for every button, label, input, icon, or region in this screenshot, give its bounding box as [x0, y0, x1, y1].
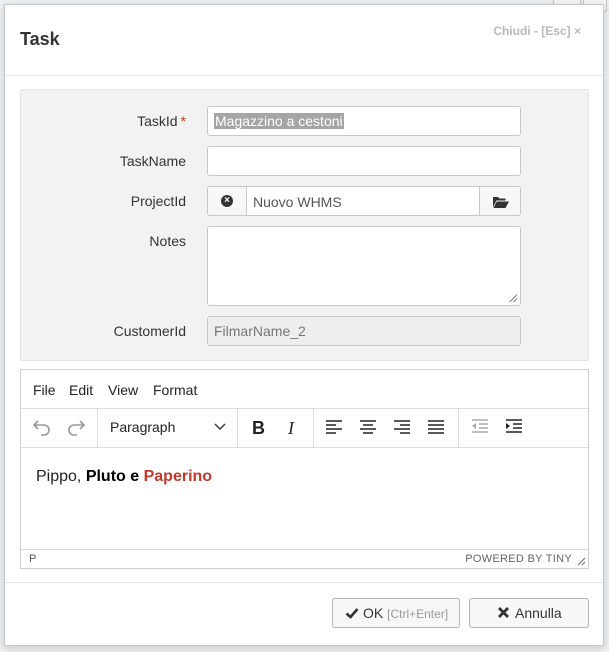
taskid-value: Magazzino a cestoni [214, 113, 344, 129]
block-format-select[interactable]: Paragraph [110, 419, 175, 435]
customerid-label: CustomerId [113, 323, 186, 339]
editor-menubar: File Edit View Format [21, 370, 588, 409]
editor-content[interactable]: Pippo, Pluto e Paperino [36, 468, 212, 486]
ok-label: OK [Ctrl+Enter] [363, 605, 449, 621]
outdent-button[interactable] [467, 415, 493, 439]
cancel-button[interactable]: Annulla [469, 598, 589, 628]
taskname-input[interactable] [207, 146, 521, 176]
outdent-icon [472, 419, 488, 433]
italic-button[interactable]: I [279, 415, 305, 439]
menu-format[interactable]: Format [153, 382, 197, 398]
rich-text-editor: File Edit View Format Paragraph B I Pipp… [20, 369, 589, 569]
align-center-icon [360, 420, 376, 434]
menu-edit[interactable]: Edit [69, 382, 93, 398]
bold-button[interactable]: B [245, 415, 271, 439]
customerid-input: FilmarName_2 [207, 316, 521, 346]
align-left-icon [326, 420, 342, 434]
align-right-button[interactable] [389, 415, 415, 439]
content-bold-text: Pluto e [85, 468, 144, 485]
chevron-down-icon [214, 423, 226, 430]
taskid-input[interactable]: Magazzino a cestoni [207, 106, 521, 136]
notes-label: Notes [149, 233, 186, 249]
italic-icon: I [287, 418, 295, 438]
align-center-button[interactable] [355, 415, 381, 439]
folder-open-icon [493, 197, 509, 208]
clear-icon: × [221, 195, 233, 207]
toolbar-divider [237, 408, 238, 447]
editor-toolbar: Paragraph B I [21, 408, 588, 448]
toolbar-divider [97, 408, 98, 447]
menu-view[interactable]: View [108, 382, 138, 398]
browse-project-button[interactable] [479, 186, 521, 216]
required-marker: * [180, 113, 186, 129]
svg-text:B: B [252, 418, 265, 438]
align-right-icon [394, 420, 410, 434]
ok-button[interactable]: OK [Ctrl+Enter] [332, 598, 460, 628]
projectid-input[interactable]: Nuovo WHMS [246, 186, 480, 216]
editor-resize-icon[interactable] [576, 556, 586, 566]
notes-textarea[interactable] [207, 226, 521, 306]
footer-divider [5, 582, 603, 583]
close-icon [498, 607, 509, 618]
dialog-header: Task Chiudi - [Esc] × [5, 5, 603, 76]
toolbar-divider [313, 408, 314, 447]
element-path[interactable]: P [29, 553, 36, 565]
bold-icon: B [252, 418, 265, 438]
menu-file[interactable]: File [33, 382, 56, 398]
redo-button[interactable] [63, 415, 89, 439]
toolbar-divider [458, 408, 459, 447]
editor-statusbar: P POWERED BY TINY [21, 549, 588, 568]
form-panel: TaskId * Magazzino a cestoni TaskName Pro… [20, 89, 589, 361]
align-left-button[interactable] [321, 415, 347, 439]
projectid-lookup: × Nuovo WHMS [207, 186, 521, 216]
cancel-label: Annulla [515, 605, 562, 621]
powered-by-link[interactable]: POWERED BY TINY [465, 553, 572, 565]
align-justify-button[interactable] [423, 415, 449, 439]
indent-button[interactable] [501, 415, 527, 439]
close-button[interactable]: Chiudi - [Esc] × [493, 24, 581, 38]
task-dialog: Task Chiudi - [Esc] × TaskId * Magazzino … [4, 4, 604, 646]
align-justify-icon [428, 420, 444, 434]
projectid-label: ProjectId [130, 193, 186, 209]
resize-handle[interactable] [509, 294, 517, 302]
svg-text:I: I [287, 418, 295, 438]
undo-button[interactable] [29, 415, 55, 439]
taskid-label: TaskId * [137, 113, 186, 129]
check-icon [345, 608, 359, 619]
indent-icon [506, 419, 522, 433]
redo-icon [68, 420, 86, 436]
clear-project-button[interactable]: × [207, 186, 247, 216]
undo-icon [32, 420, 50, 436]
taskname-label: TaskName [119, 153, 186, 169]
ok-shortcut-hint: [Ctrl+Enter] [387, 607, 449, 621]
content-red-text: Paperino [143, 468, 213, 485]
dialog-title: Task [20, 29, 60, 49]
content-plain-text: Pippo, [36, 468, 86, 485]
